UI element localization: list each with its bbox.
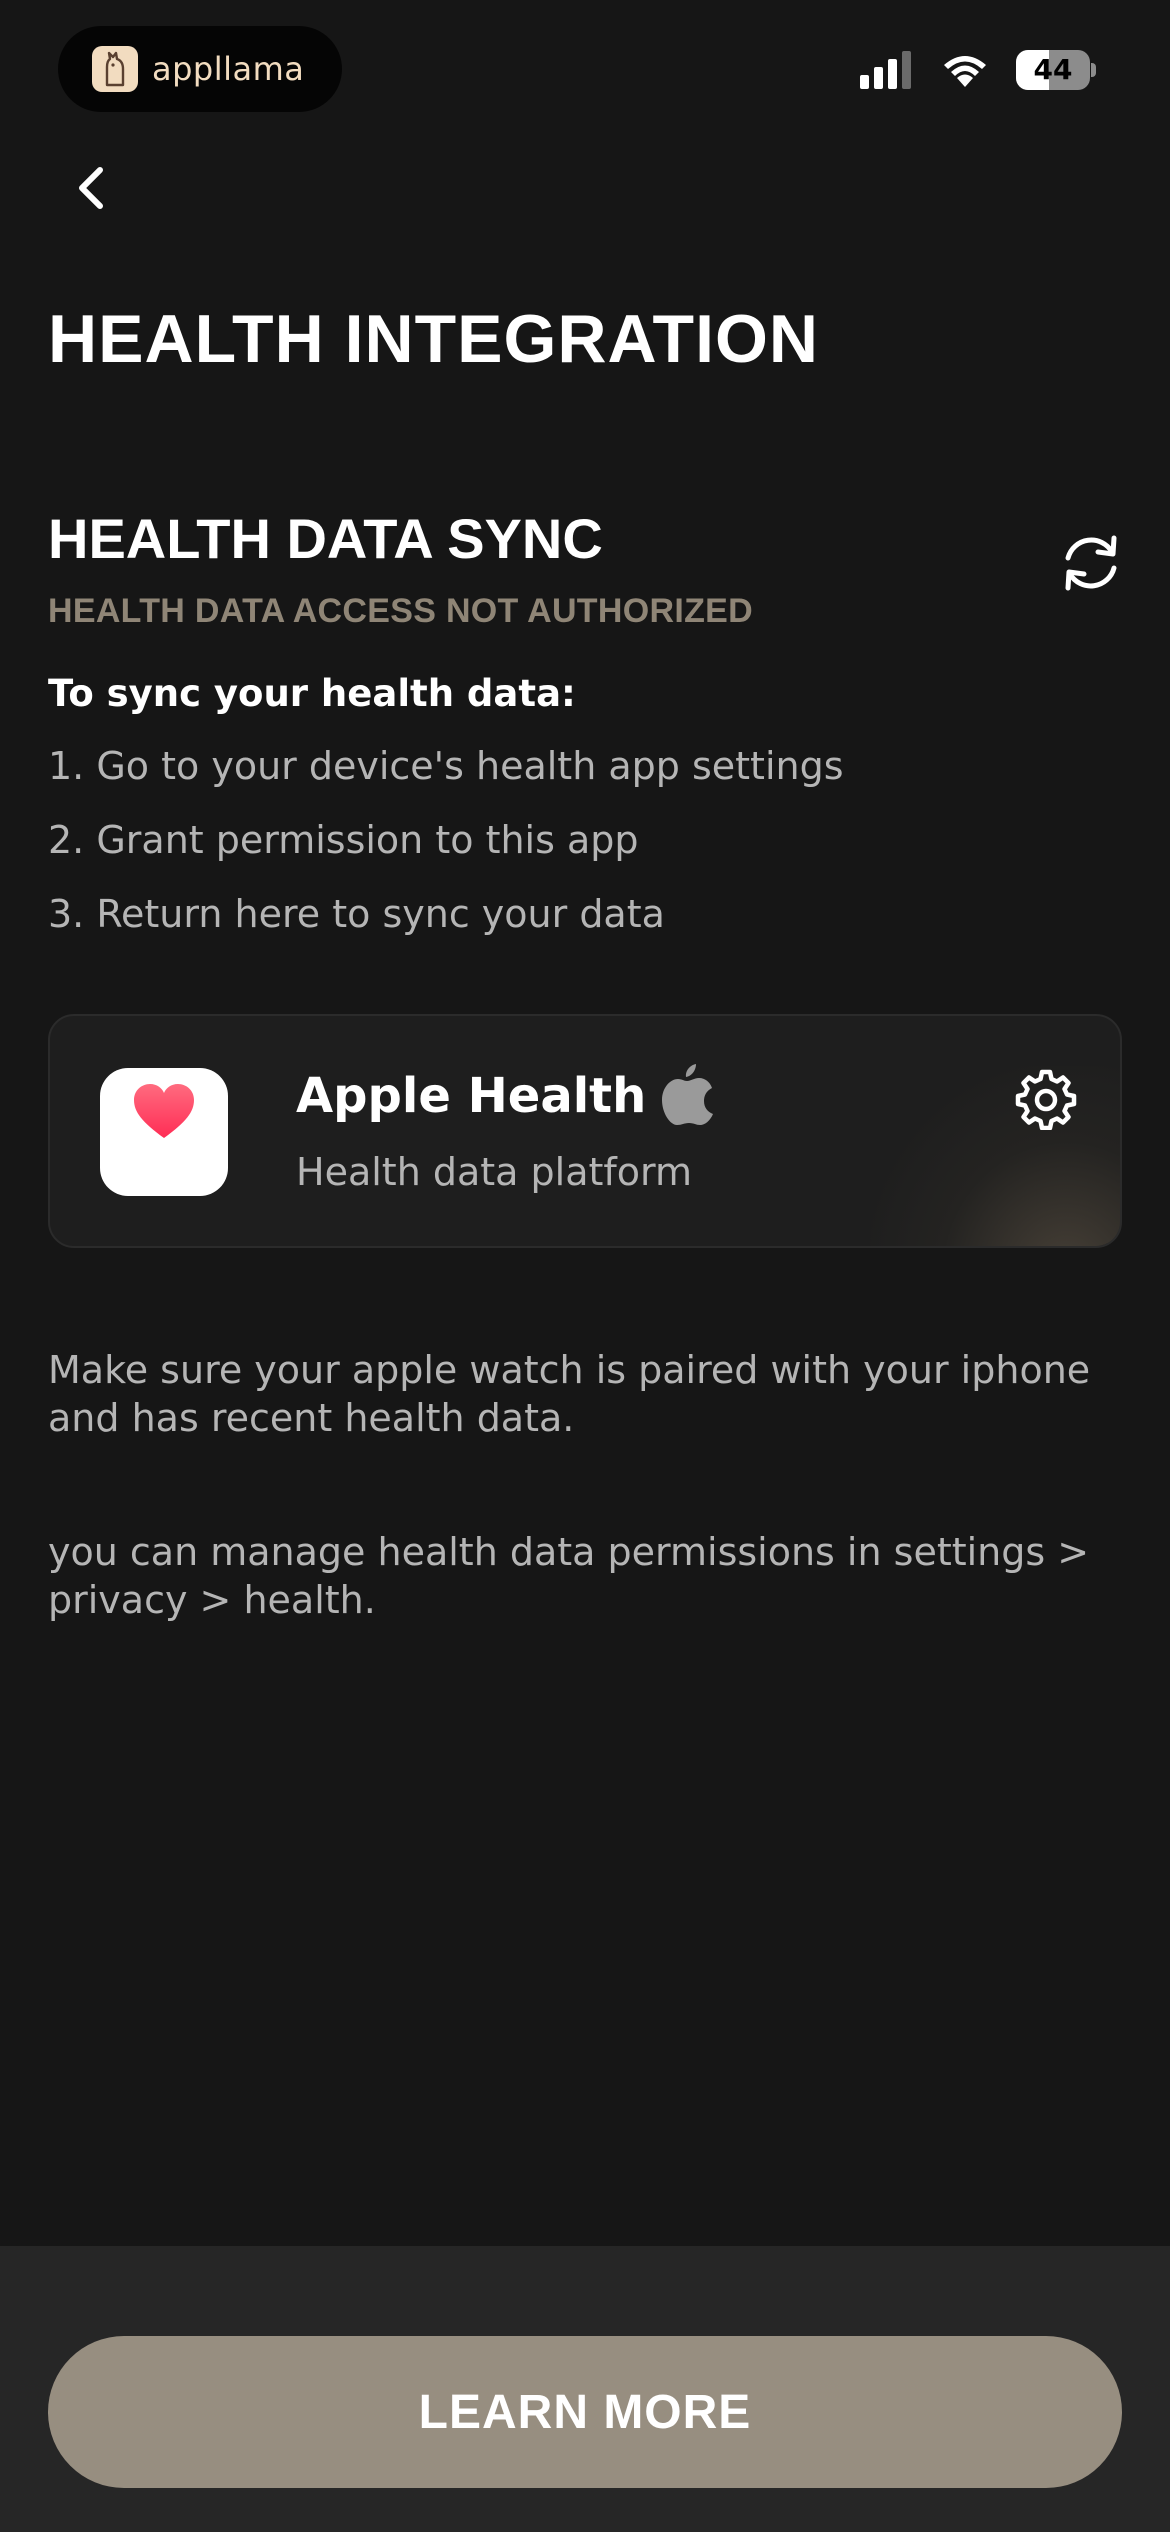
cellular-signal-icon [860, 51, 916, 89]
llama-logo-icon [92, 46, 138, 92]
battery-level: 44 [1033, 53, 1073, 86]
status-icons: 44 [860, 50, 1096, 90]
battery-icon: 44 [1016, 50, 1096, 90]
steps-heading: To sync your health data: [48, 672, 576, 715]
heart-icon [134, 1084, 194, 1138]
card-title: Apple Health [296, 1068, 647, 1124]
wifi-icon [944, 56, 986, 87]
health-settings-button[interactable] [1014, 1066, 1078, 1131]
authorization-status: HEALTH DATA ACCESS NOT AUTHORIZED [48, 592, 753, 630]
apple-health-app-icon [100, 1068, 228, 1196]
refresh-icon [1065, 535, 1117, 591]
step-item: 2. Grant permission to this app [48, 818, 639, 862]
status-bar: appllama 44 [0, 0, 1170, 140]
apple-logo-icon [662, 1064, 713, 1125]
section-title: HEALTH DATA SYNC [48, 507, 603, 570]
chevron-left-icon [79, 167, 103, 209]
refresh-button[interactable] [1056, 528, 1126, 598]
page-title: HEALTH INTEGRATION [48, 301, 819, 377]
learn-more-label: LEARN MORE [418, 2385, 752, 2439]
permissions-note: you can manage health data permissions i… [48, 1530, 1090, 1622]
card-subtitle: Health data platform [296, 1150, 692, 1194]
back-button[interactable] [64, 158, 124, 218]
app-indicator-pill[interactable]: appllama [58, 26, 342, 112]
apple-health-card[interactable]: Apple Health Health data platform [48, 1014, 1122, 1248]
gear-icon [1015, 1069, 1077, 1131]
apple-watch-note: Make sure your apple watch is paired wit… [48, 1348, 1091, 1440]
app-name: appllama [152, 50, 305, 88]
step-item: 1. Go to your device's health app settin… [48, 744, 844, 788]
learn-more-button[interactable]: LEARN MORE [48, 2336, 1122, 2488]
step-item: 3. Return here to sync your data [48, 892, 665, 936]
